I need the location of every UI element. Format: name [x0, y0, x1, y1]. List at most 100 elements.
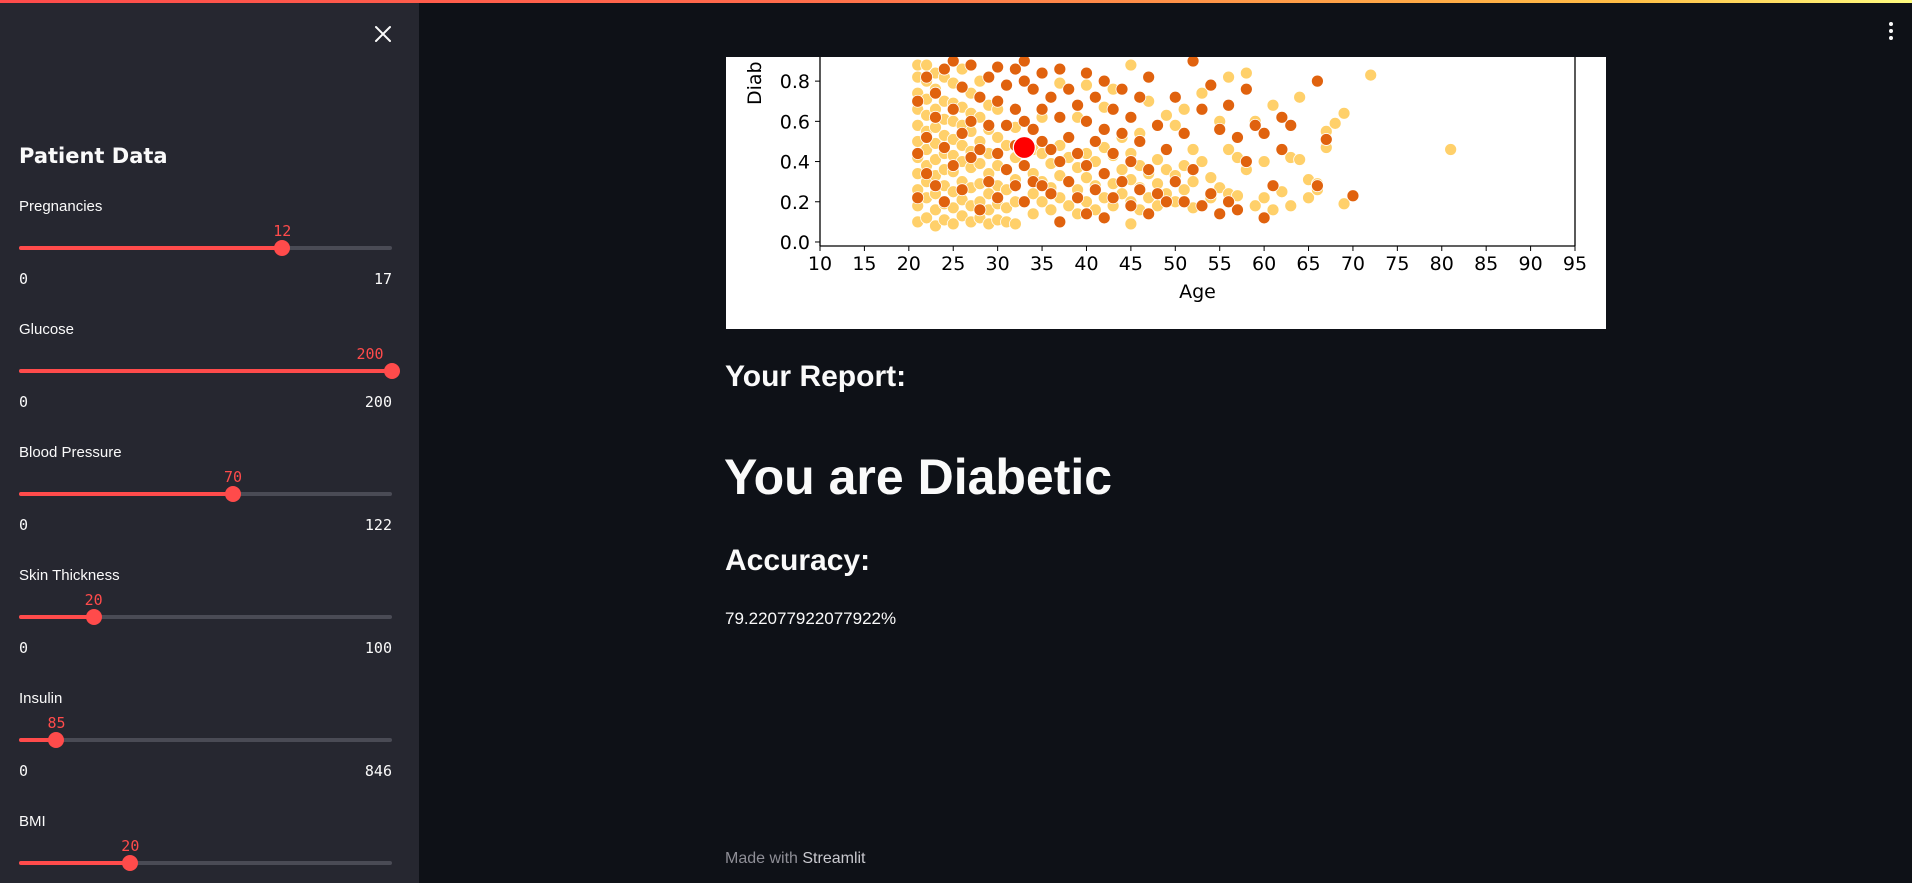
scatter-point [1080, 159, 1093, 172]
scatter-point [1017, 195, 1031, 209]
scatter-point [1053, 110, 1067, 124]
scatter-point [1284, 118, 1298, 132]
scatter-point [991, 147, 1005, 160]
scatter-point [1017, 159, 1031, 172]
slider-glucose: Glucose 200 0 200 [19, 321, 400, 431]
x-tick-label: 85 [1474, 253, 1498, 275]
scatter-point [1000, 163, 1013, 176]
slider-fill [19, 246, 283, 250]
scatter-point [1142, 207, 1156, 221]
scatter-point [1000, 78, 1013, 92]
scatter-point [1080, 78, 1093, 92]
slider-thumb[interactable] [85, 609, 102, 625]
scatter-point [1257, 211, 1271, 225]
slider-track[interactable] [19, 240, 392, 256]
x-tick-label: 60 [1252, 253, 1276, 275]
report-heading: Your Report: [725, 360, 907, 393]
menu-dot [1889, 36, 1893, 40]
scatter-point [1319, 133, 1333, 146]
scatter-point [1204, 171, 1218, 185]
streamlit-link[interactable]: Streamlit [802, 850, 865, 867]
slider-track[interactable] [19, 486, 392, 502]
scatter-point [1142, 70, 1156, 84]
x-tick-label: 45 [1119, 253, 1143, 275]
y-axis-label: Diab [744, 61, 766, 105]
slider-track[interactable] [19, 609, 392, 625]
scatter-point [946, 159, 960, 172]
scatter-point [1097, 74, 1111, 88]
scatter-point [1106, 191, 1120, 205]
close-icon [375, 26, 391, 42]
scatter-point [1195, 199, 1209, 213]
slider-max: 17 [373, 270, 392, 288]
scatter-point [1115, 175, 1129, 189]
scatter-point [1444, 143, 1458, 156]
scatter-point [1346, 189, 1360, 203]
slider-thumb[interactable] [384, 363, 400, 379]
scatter-point [1044, 143, 1058, 156]
close-sidebar-button[interactable] [369, 20, 397, 48]
scatter-point [1151, 118, 1164, 132]
scatter-point [1266, 179, 1280, 193]
scatter-chart-svg: 10 15 20 25 30 35 40 45 50 55 60 65 70 75 80 85 90 95 0.0 0… [744, 57, 1587, 303]
scatter-point [1293, 153, 1307, 166]
scatter-point [911, 191, 925, 205]
scatter-point [1097, 167, 1111, 181]
scatter-point [1231, 203, 1244, 217]
scatter-point [1239, 155, 1253, 168]
scatter-point [1364, 68, 1378, 82]
x-tick-label: 70 [1341, 253, 1365, 275]
slider-thumb[interactable] [274, 240, 291, 256]
scatter-point [937, 141, 951, 154]
scatter-point [964, 114, 978, 128]
slider-label: Blood Pressure [19, 444, 122, 461]
slider-max: 200 [364, 393, 392, 411]
slider-thumb[interactable] [122, 855, 139, 871]
y-tick-label: 0.4 [780, 152, 810, 174]
slider-track[interactable] [19, 732, 392, 748]
scatter-point [982, 70, 996, 84]
slider-max: 100 [364, 639, 392, 657]
scatter-point [1133, 90, 1147, 104]
slider-thumb[interactable] [48, 732, 65, 748]
x-tick-label: 40 [1074, 253, 1098, 275]
scatter-point [1106, 102, 1120, 116]
x-tick-label: 50 [1163, 253, 1187, 275]
scatter-point [1151, 153, 1164, 166]
scatter-point [1186, 57, 1200, 68]
x-tick-label: 55 [1208, 253, 1232, 275]
slider-thumb[interactable] [225, 486, 242, 502]
scatter-point [1053, 215, 1067, 229]
scatter-point [1062, 131, 1076, 144]
slider-track[interactable] [19, 855, 392, 871]
scatter-point [1168, 90, 1182, 104]
slider-track[interactable] [19, 363, 400, 379]
scatter-point [1177, 102, 1191, 116]
x-tick-label: 35 [1030, 253, 1054, 275]
scatter-point [1124, 217, 1138, 231]
scatter-point [1009, 179, 1022, 193]
x-tick-label: 30 [986, 253, 1010, 275]
slider-current-value: 20 [121, 837, 140, 855]
x-tick-label: 25 [941, 253, 965, 275]
slider-current-value: 85 [47, 714, 66, 732]
kebab-menu-button[interactable] [1882, 18, 1900, 44]
scatter-point [1142, 163, 1156, 176]
scatter-point [955, 80, 969, 94]
accuracy-value: 79.22077922077922% [725, 609, 897, 628]
scatter-point [1328, 116, 1342, 130]
menu-dot [1889, 29, 1893, 33]
slider-fill [19, 615, 94, 619]
scatter-point [1026, 122, 1040, 136]
y-tick-label: 0.8 [780, 71, 810, 93]
slider-max: 122 [364, 516, 392, 534]
scatter-point [1026, 82, 1040, 96]
scatter-point [1168, 175, 1182, 189]
scatter-point [937, 195, 951, 209]
scatter-point [1009, 217, 1022, 231]
slider-label: Skin Thickness [19, 567, 120, 584]
scatter-point [1239, 66, 1253, 80]
scatter-point [1160, 108, 1173, 122]
menu-dot [1889, 22, 1893, 26]
patient-point [1012, 135, 1036, 160]
